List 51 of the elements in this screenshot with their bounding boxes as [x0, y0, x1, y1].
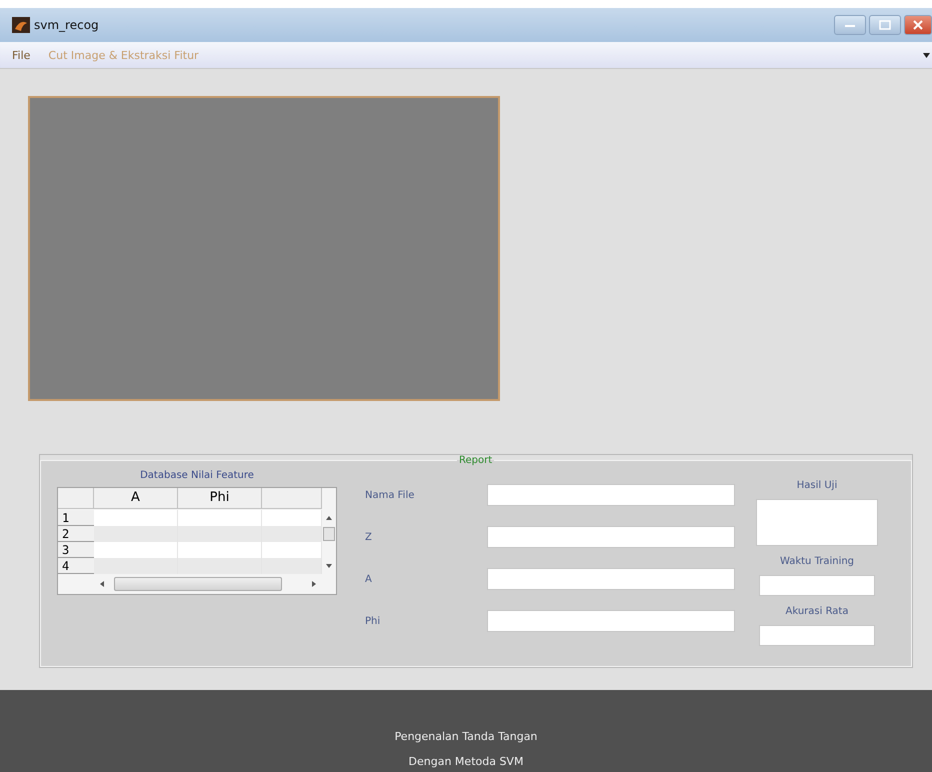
table-cell[interactable]	[262, 558, 322, 574]
row-header[interactable]: 3	[58, 542, 94, 558]
table-cell[interactable]	[178, 558, 262, 574]
maximize-icon	[879, 20, 891, 30]
footer-text: Dengan Metoda SVM	[408, 755, 524, 768]
scroll-thumb[interactable]	[114, 577, 282, 591]
table-title: Database Nilai Feature	[140, 470, 254, 481]
scroll-down-icon[interactable]	[326, 564, 332, 568]
scroll-up-icon[interactable]	[326, 516, 332, 520]
row-header[interactable]: 4	[58, 558, 94, 574]
result-label: Akurasi Rata	[786, 606, 848, 617]
input-field[interactable]	[759, 575, 875, 596]
row-header[interactable]: 1	[58, 510, 94, 526]
table-cell[interactable]	[178, 542, 262, 558]
close-button[interactable]	[904, 15, 932, 35]
field-label: Z	[365, 532, 373, 542]
input-field[interactable]	[487, 568, 735, 590]
field-label: Nama File	[365, 490, 416, 500]
table-cell[interactable]	[94, 558, 178, 574]
result-label: Hasil Uji	[796, 480, 838, 491]
table-cell[interactable]	[94, 526, 178, 542]
table-cell[interactable]	[178, 526, 262, 542]
input-field[interactable]	[487, 484, 735, 506]
table-cell[interactable]	[262, 526, 322, 542]
dropdown-icon[interactable]	[923, 52, 930, 58]
minimize-icon	[844, 22, 856, 28]
input-field[interactable]	[759, 625, 875, 646]
table-cell[interactable]	[178, 510, 262, 526]
window-title: svm_recog	[34, 18, 99, 32]
minimize-button[interactable]	[834, 15, 866, 35]
input-field[interactable]	[487, 526, 735, 548]
table-cell[interactable]	[94, 510, 178, 526]
scroll-right-icon[interactable]	[312, 581, 316, 587]
input-field[interactable]	[487, 610, 735, 632]
scroll-thumb[interactable]	[323, 527, 335, 541]
table-cell[interactable]	[262, 510, 322, 526]
close-icon	[912, 20, 924, 30]
menu-item[interactable]: File	[12, 48, 30, 62]
row-header[interactable]: 2	[58, 526, 94, 542]
scroll-left-icon[interactable]	[100, 581, 104, 587]
column-header[interactable]: Phi	[178, 488, 262, 509]
app-icon	[12, 17, 30, 33]
table-cell[interactable]	[262, 542, 322, 558]
result-label: Waktu Training	[780, 556, 854, 567]
column-header[interactable]: A	[94, 488, 178, 509]
footer-text: Pengenalan Tanda Tangan	[394, 730, 538, 743]
field-label: A	[365, 574, 373, 584]
maximize-button[interactable]	[869, 15, 901, 35]
panel-title: Report	[458, 455, 494, 466]
table-cell[interactable]	[94, 542, 178, 558]
field-label: Phi	[365, 616, 382, 626]
